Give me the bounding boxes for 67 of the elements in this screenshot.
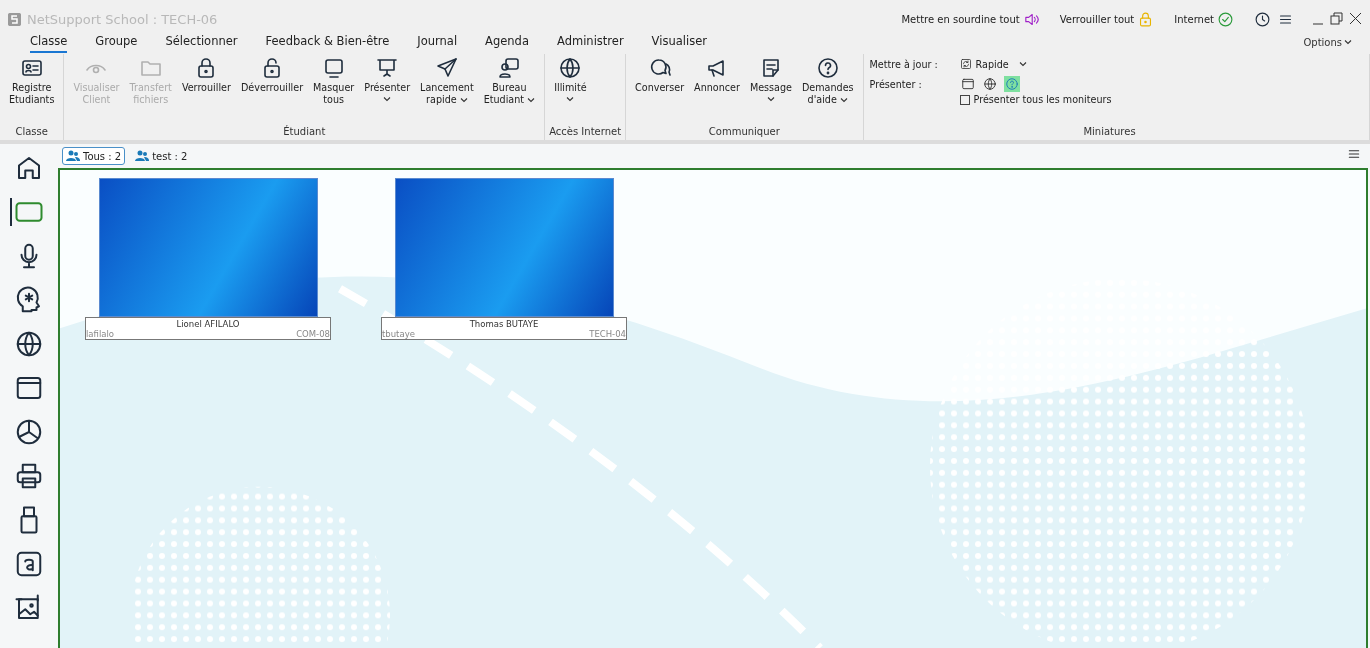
ribbon-button[interactable]: Converser (630, 54, 690, 97)
checkbox[interactable]: Présenter tous les moniteurs (959, 94, 1350, 105)
present-option[interactable] (981, 76, 998, 92)
machine-name: COM-08 (296, 329, 330, 339)
toolbar-label[interactable]: Internet (1174, 13, 1214, 25)
ribbon-button[interactable]: Déverrouiller (235, 54, 309, 97)
ribbon-button[interactable]: Bureau Etudiant (478, 54, 541, 109)
update-dropdown[interactable]: Rapide (959, 58, 1027, 70)
menu-tab[interactable]: Feedback & Bien-être (265, 31, 390, 53)
student-name: Lionel AFILALO (175, 318, 241, 329)
app-logo-icon (8, 12, 21, 26)
present-option[interactable] (1003, 76, 1020, 92)
ribbon-button[interactable]: Illimité (549, 54, 592, 105)
check-circle-icon (1217, 10, 1234, 28)
easel-icon (375, 56, 400, 80)
letter-a-icon (14, 549, 44, 579)
user-screen-icon (497, 56, 522, 80)
users-icon (135, 150, 150, 162)
caret-icon (1344, 39, 1352, 45)
clock-icon (1254, 10, 1271, 28)
ribbon-button[interactable]: Demandes d'aide (796, 54, 859, 109)
menu-tab[interactable]: Classe (30, 31, 68, 53)
window-title: NetSupport School : TECH-06 (27, 11, 218, 27)
user-name: tbutaye (382, 329, 415, 339)
menu-tab[interactable]: Journal (417, 31, 458, 53)
pie-chart-icon (14, 417, 44, 447)
ribbon-button[interactable]: Message (744, 54, 797, 105)
menu-tab[interactable]: Agenda (485, 31, 529, 53)
menu-tab[interactable]: Groupe (95, 31, 138, 53)
globe-icon (558, 56, 583, 80)
group-tab[interactable]: test : 2 (131, 147, 192, 165)
window-icon (960, 77, 975, 91)
ribbon-button[interactable]: Lancement rapide (415, 54, 479, 109)
globe-icon (982, 77, 997, 91)
toolbar-label[interactable]: Verrouiller tout (1059, 13, 1135, 25)
group-label: Communiquer (707, 126, 781, 139)
restore-icon[interactable] (1330, 12, 1343, 25)
help-icon (1004, 77, 1019, 91)
close-icon[interactable] (1349, 12, 1362, 25)
group-label: Étudiant (282, 126, 327, 139)
ribbon-button[interactable]: Masquer tous (308, 54, 360, 109)
student-name: Thomas BUTAYE (468, 318, 540, 329)
paper-plane-icon (434, 56, 459, 80)
user-name: lafilalo (86, 329, 115, 339)
present-option[interactable] (959, 76, 976, 92)
ribbon-button[interactable]: Verrouiller (176, 54, 236, 97)
group-tab[interactable]: Tous : 2 (62, 147, 126, 165)
menu-tab[interactable]: Sélectionner (165, 31, 238, 53)
field-label: Présenter : (869, 78, 923, 90)
machine-name: TECH-04 (589, 329, 626, 339)
group-label: Miniatures (1082, 126, 1137, 139)
menu-tab[interactable]: Visualiser (651, 31, 707, 53)
menu-tab[interactable]: Administrer (557, 31, 624, 53)
field-label: Mettre à jour : (869, 58, 939, 70)
group-label: Accès Internet (549, 126, 622, 139)
options-menu[interactable]: Options (1297, 35, 1358, 49)
toolbar-label[interactable]: Mettre en sourdine tout (901, 13, 1020, 25)
group-label: Classe (14, 126, 49, 139)
caret-icon (1018, 61, 1027, 67)
printer-icon (14, 461, 44, 491)
refresh-icon (959, 58, 972, 70)
ribbon-button[interactable]: Annoncer (689, 54, 745, 97)
globe-icon (14, 329, 44, 359)
help-icon (815, 56, 840, 80)
ribbon-button[interactable]: Registre Etudiants (4, 54, 60, 109)
users-icon (66, 150, 80, 162)
ribbon-button[interactable]: Présenter (359, 54, 416, 105)
